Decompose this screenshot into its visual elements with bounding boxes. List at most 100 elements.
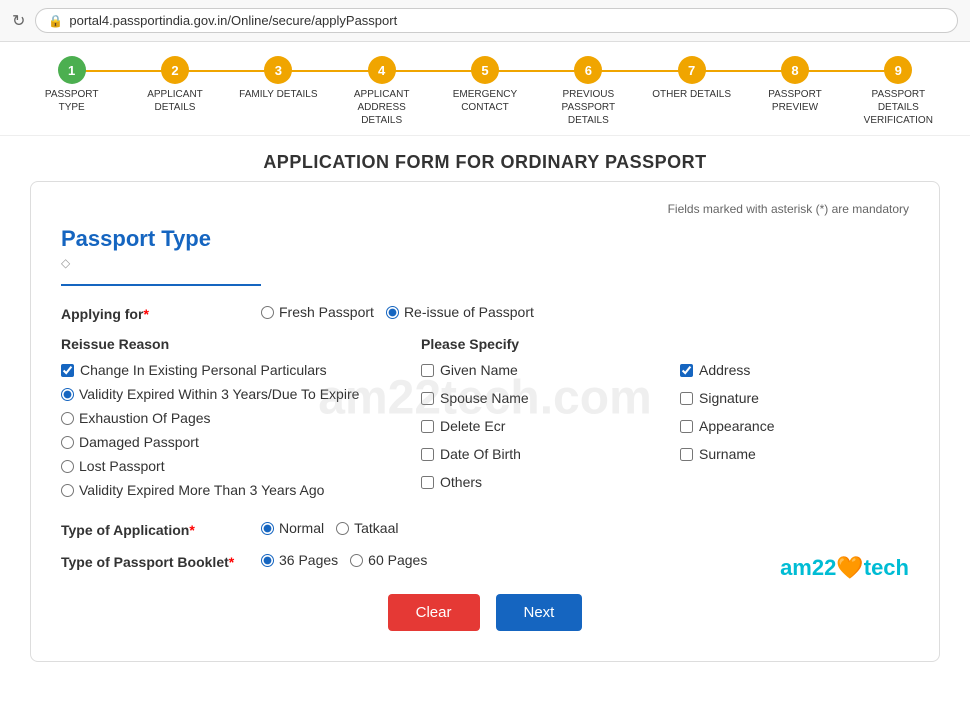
specify-address-checkbox[interactable] bbox=[680, 364, 693, 377]
step-6[interactable]: 6 PREVIOUS PASSPORT DETAILS bbox=[537, 56, 640, 127]
specify-given-name[interactable]: Given Name bbox=[421, 362, 650, 378]
reissue-section: Reissue Reason Change In Existing Person… bbox=[61, 336, 909, 506]
step-7[interactable]: 7 OTHER DETAILS bbox=[640, 56, 743, 101]
step-4[interactable]: 4 APPLICANT ADDRESS DETAILS bbox=[330, 56, 433, 127]
reason-validity-3-radio[interactable] bbox=[61, 388, 74, 401]
step-label-7: OTHER DETAILS bbox=[652, 88, 731, 101]
step-label-6: PREVIOUS PASSPORT DETAILS bbox=[548, 88, 628, 127]
reissue-passport-option[interactable]: Re-issue of Passport bbox=[386, 304, 534, 320]
specify-others-checkbox[interactable] bbox=[421, 476, 434, 489]
button-row: Clear Next bbox=[61, 594, 909, 631]
tatkaal-option[interactable]: Tatkaal bbox=[336, 520, 398, 536]
reason-damaged[interactable]: Damaged Passport bbox=[61, 434, 381, 450]
36-pages-radio[interactable] bbox=[261, 554, 274, 567]
fresh-passport-radio[interactable] bbox=[261, 306, 274, 319]
clear-button[interactable]: Clear bbox=[388, 594, 480, 631]
specify-surname[interactable]: Surname bbox=[680, 446, 909, 462]
address-bar: 🔒 portal4.passportindia.gov.in/Online/se… bbox=[35, 8, 958, 33]
step-label-8: PASSPORT PREVIEW bbox=[755, 88, 835, 114]
browser-bar: ↻ 🔒 portal4.passportindia.gov.in/Online/… bbox=[0, 0, 970, 42]
reason-validity-3[interactable]: Validity Expired Within 3 Years/Due To E… bbox=[61, 386, 381, 402]
reissue-reason-title: Reissue Reason bbox=[61, 336, 381, 352]
specify-grid: Given Name Address Spouse Name bbox=[421, 362, 909, 498]
step-circle-8: 8 bbox=[781, 56, 809, 84]
specify-date-of-birth-checkbox[interactable] bbox=[421, 448, 434, 461]
type-of-application-row: Type of Application* Normal Tatkaal bbox=[61, 520, 909, 538]
reissue-passport-radio[interactable] bbox=[386, 306, 399, 319]
reason-change-personal-checkbox[interactable] bbox=[61, 364, 74, 377]
step-1[interactable]: 1 PASSPORT TYPE bbox=[20, 56, 123, 114]
specify-surname-checkbox[interactable] bbox=[680, 448, 693, 461]
step-9[interactable]: 9 PASSPORT DETAILS VERIFICATION bbox=[847, 56, 950, 127]
fresh-passport-label: Fresh Passport bbox=[279, 304, 374, 320]
page-content: 1 PASSPORT TYPE 2 APPLICANT DETAILS 3 FA… bbox=[0, 42, 970, 727]
progress-bar: 1 PASSPORT TYPE 2 APPLICANT DETAILS 3 FA… bbox=[0, 42, 970, 136]
section-title: Passport Type bbox=[61, 226, 909, 252]
reason-lost[interactable]: Lost Passport bbox=[61, 458, 381, 474]
section-divider bbox=[61, 284, 261, 286]
step-label-9: PASSPORT DETAILS VERIFICATION bbox=[858, 88, 938, 127]
normal-option[interactable]: Normal bbox=[261, 520, 324, 536]
reason-validity-expired[interactable]: Validity Expired More Than 3 Years Ago bbox=[61, 482, 381, 498]
step-circle-5: 5 bbox=[471, 56, 499, 84]
form-title: APPLICATION FORM FOR ORDINARY PASSPORT bbox=[0, 136, 970, 181]
step-label-2: APPLICANT DETAILS bbox=[135, 88, 215, 114]
specify-address[interactable]: Address bbox=[680, 362, 909, 378]
step-label-5: EMERGENCY CONTACT bbox=[445, 88, 525, 114]
step-circle-7: 7 bbox=[678, 56, 706, 84]
reissue-left: Reissue Reason Change In Existing Person… bbox=[61, 336, 381, 506]
type-of-application-label: Type of Application* bbox=[61, 520, 261, 538]
reason-exhaustion[interactable]: Exhaustion Of Pages bbox=[61, 410, 381, 426]
step-label-4: APPLICANT ADDRESS DETAILS bbox=[342, 88, 422, 127]
reason-exhaustion-radio[interactable] bbox=[61, 412, 74, 425]
step-circle-9: 9 bbox=[884, 56, 912, 84]
please-specify-title: Please Specify bbox=[421, 336, 909, 352]
specify-delete-ecr-checkbox[interactable] bbox=[421, 420, 434, 433]
step-circle-3: 3 bbox=[264, 56, 292, 84]
fresh-passport-option[interactable]: Fresh Passport bbox=[261, 304, 374, 320]
60-pages-option[interactable]: 60 Pages bbox=[350, 552, 427, 568]
reissue-right: Please Specify Given Name Address bbox=[421, 336, 909, 506]
step-circle-2: 2 bbox=[161, 56, 189, 84]
tatkaal-radio[interactable] bbox=[336, 522, 349, 535]
reissue-passport-label: Re-issue of Passport bbox=[404, 304, 534, 320]
lock-icon: 🔒 bbox=[48, 14, 63, 28]
step-2[interactable]: 2 APPLICANT DETAILS bbox=[123, 56, 226, 114]
form-card: Fields marked with asterisk (*) are mand… bbox=[30, 181, 940, 662]
type-of-booklet-row: Type of Passport Booklet* 36 Pages 60 Pa… bbox=[61, 552, 909, 570]
mandatory-note: Fields marked with asterisk (*) are mand… bbox=[61, 202, 909, 216]
specify-given-name-checkbox[interactable] bbox=[421, 364, 434, 377]
step-3[interactable]: 3 FAMILY DETAILS bbox=[227, 56, 330, 101]
step-5[interactable]: 5 EMERGENCY CONTACT bbox=[433, 56, 536, 114]
step-label-1: PASSPORT TYPE bbox=[32, 88, 112, 114]
steps-container: 1 PASSPORT TYPE 2 APPLICANT DETAILS 3 FA… bbox=[20, 56, 950, 127]
step-circle-6: 6 bbox=[574, 56, 602, 84]
applying-for-options: Fresh Passport Re-issue of Passport bbox=[261, 304, 534, 320]
specify-appearance-checkbox[interactable] bbox=[680, 420, 693, 433]
specify-others[interactable]: Others bbox=[421, 474, 650, 490]
normal-radio[interactable] bbox=[261, 522, 274, 535]
step-circle-1: 1 bbox=[58, 56, 86, 84]
specify-appearance[interactable]: Appearance bbox=[680, 418, 909, 434]
specify-spouse-name[interactable]: Spouse Name bbox=[421, 390, 650, 406]
refresh-icon[interactable]: ↻ bbox=[12, 11, 25, 31]
60-pages-radio[interactable] bbox=[350, 554, 363, 567]
step-8[interactable]: 8 PASSPORT PREVIEW bbox=[743, 56, 846, 114]
specify-signature[interactable]: Signature bbox=[680, 390, 909, 406]
reason-lost-radio[interactable] bbox=[61, 460, 74, 473]
applying-for-row: Applying for* Fresh Passport Re-issue of… bbox=[61, 304, 909, 322]
36-pages-option[interactable]: 36 Pages bbox=[261, 552, 338, 568]
specify-date-of-birth[interactable]: Date Of Birth bbox=[421, 446, 650, 462]
reason-change-personal[interactable]: Change In Existing Personal Particulars bbox=[61, 362, 381, 378]
url-text: portal4.passportindia.gov.in/Online/secu… bbox=[69, 13, 397, 28]
specify-spouse-name-checkbox[interactable] bbox=[421, 392, 434, 405]
reason-validity-expired-radio[interactable] bbox=[61, 484, 74, 497]
type-of-application-options: Normal Tatkaal bbox=[261, 520, 398, 536]
specify-signature-checkbox[interactable] bbox=[680, 392, 693, 405]
type-of-booklet-label: Type of Passport Booklet* bbox=[61, 552, 261, 570]
next-button[interactable]: Next bbox=[496, 594, 583, 631]
specify-delete-ecr[interactable]: Delete Ecr bbox=[421, 418, 650, 434]
step-label-3: FAMILY DETAILS bbox=[239, 88, 317, 101]
reason-damaged-radio[interactable] bbox=[61, 436, 74, 449]
type-of-booklet-options: 36 Pages 60 Pages bbox=[261, 552, 427, 568]
